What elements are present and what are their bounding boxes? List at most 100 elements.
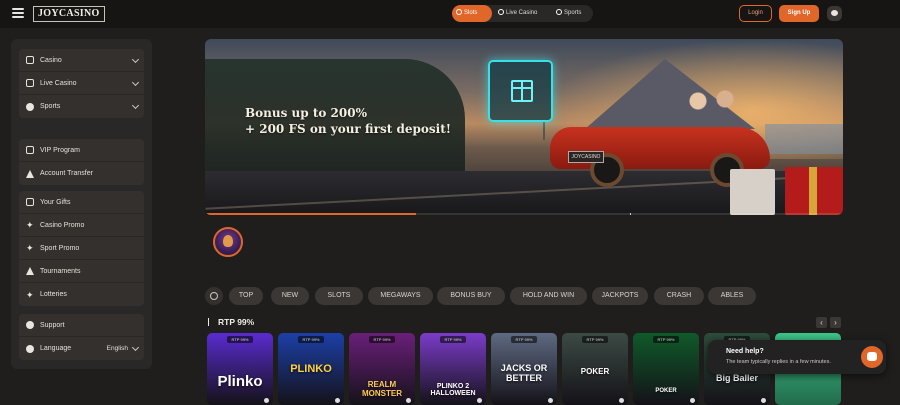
site-logo[interactable]: JOYCASINO	[33, 6, 105, 22]
chip-crash[interactable]: CRASH	[654, 287, 704, 305]
game-title: PLINKO	[290, 363, 332, 375]
rtp-badge: RTP 99%	[653, 336, 679, 343]
search-icon[interactable]	[205, 287, 223, 305]
sidebar-item-support[interactable]: Support	[19, 314, 144, 337]
sidebar-item-label: Casino Promo	[40, 221, 85, 229]
info-dot-icon[interactable]	[761, 398, 766, 403]
chip-slots[interactable]: SLOTS	[315, 287, 363, 305]
game-card[interactable]: RTP 99% JACKS OR BETTER	[491, 333, 557, 405]
live-casino-icon	[26, 79, 34, 87]
sidebar-item-casino-promo[interactable]: ✦ Casino Promo	[19, 214, 144, 237]
casino-promo-icon: ✦	[26, 220, 34, 230]
rtp-badge: RTP 99%	[298, 336, 324, 343]
gift-boxes	[730, 147, 843, 215]
info-dot-icon[interactable]	[548, 398, 553, 403]
arrow-up-icon	[208, 318, 214, 326]
sidebar-group-promos: Your Gifts ✦ Casino Promo ✦ Sport Promo To…	[19, 191, 144, 306]
chat-widget-icon[interactable]	[861, 346, 883, 368]
rtp-badge: RTP 99%	[440, 336, 466, 343]
chip-hold-and-win[interactable]: HOLD AND WIN	[510, 287, 587, 305]
sidebar-item-casino[interactable]: Casino	[19, 49, 144, 72]
top-nav-tabs: Slots Live Casino Sports	[452, 5, 593, 22]
banner-line-2: + 200 FS on your first deposit!	[245, 122, 451, 136]
chip-bonus-buy[interactable]: BONUS BUY	[437, 287, 505, 305]
sidebar-item-label: Your Gifts	[40, 198, 71, 206]
banner-progress-fill	[205, 213, 416, 215]
sidebar-item-sport-promo[interactable]: ✦ Sport Promo	[19, 237, 144, 260]
game-card[interactable]: RTP 99% POKER	[562, 333, 628, 405]
neon-gift-icon	[488, 60, 553, 122]
game-title: JACKS OR BETTER	[500, 363, 548, 383]
sidebar-item-transfer[interactable]: Account Transfer	[19, 162, 144, 185]
rtp-badge: RTP 99%	[511, 336, 537, 343]
sidebar-group-main: Casino Live Casino Sports	[19, 49, 144, 118]
game-card[interactable]: RTP 99% POKER	[633, 333, 699, 405]
live-casino-icon	[498, 9, 504, 15]
info-dot-icon[interactable]	[690, 398, 695, 403]
sidebar-item-label: Account Transfer	[40, 170, 93, 177]
language-value: English	[106, 345, 128, 352]
sidebar-item-live-casino[interactable]: Live Casino	[19, 72, 144, 95]
sidebar-item-label: Sports	[40, 103, 61, 110]
section-title-text: RTP 99%	[218, 317, 255, 327]
game-card[interactable]: RTP 99% REALM MONSTER	[349, 333, 415, 405]
sidebar-group-account: VIP Program Account Transfer	[19, 139, 144, 185]
login-button[interactable]: Login	[739, 5, 772, 22]
help-popup[interactable]: Need help? The team typically replies in…	[708, 340, 886, 374]
sidebar-item-tournaments[interactable]: Tournaments	[19, 260, 144, 283]
promo-banner[interactable]: Bonus up to 200% + 200 FS on your first …	[205, 39, 843, 215]
signup-button[interactable]: Sign Up	[779, 5, 819, 22]
chip-top[interactable]: TOP	[229, 287, 263, 305]
sidebar-item-gifts[interactable]: Your Gifts	[19, 191, 144, 214]
chat-icon[interactable]	[827, 6, 842, 21]
tab-live-casino[interactable]: Live Casino	[494, 5, 549, 22]
sidebar-item-sports[interactable]: Sports	[19, 95, 144, 118]
support-icon	[26, 321, 34, 329]
game-title: POKER	[580, 367, 610, 376]
game-card[interactable]: RTP 99% PLINKO 2 HALLOWEEN	[420, 333, 486, 405]
banner-line-1: Bonus up to 200%	[245, 106, 367, 120]
rtp-badge: RTP 99%	[227, 336, 253, 343]
passengers	[680, 85, 740, 125]
sidebar-item-language[interactable]: Language English	[19, 337, 144, 360]
globe-icon	[26, 344, 34, 353]
promo-avatar[interactable]	[213, 227, 243, 257]
chip-jackpots[interactable]: JACKPOTS	[592, 287, 648, 305]
sidebar-item-label: Sport Promo	[40, 244, 80, 252]
sidebar-item-label: Support	[40, 321, 65, 329]
chevron-down-icon	[131, 55, 140, 64]
info-dot-icon[interactable]	[335, 398, 340, 403]
tab-label: Slots	[464, 10, 478, 16]
gift-icon	[26, 198, 34, 206]
top-header: JOYCASINO Slots Live Casino Sports Login…	[0, 0, 900, 28]
game-card[interactable]: RTP 99% Plinko	[207, 333, 273, 405]
sidebar-item-lotteries[interactable]: ✦ Lotteries	[19, 283, 144, 306]
banner-headline: Bonus up to 200% + 200 FS on your first …	[245, 105, 451, 137]
info-dot-icon[interactable]	[406, 398, 411, 403]
info-dot-icon[interactable]	[477, 398, 482, 403]
sidebar-item-vip[interactable]: VIP Program	[19, 139, 144, 162]
chip-ables[interactable]: ABLES	[708, 287, 756, 305]
chip-megaways[interactable]: MEGAWAYS	[368, 287, 433, 305]
game-card[interactable]: RTP 99% PLINKO	[278, 333, 344, 405]
banner-progress	[205, 213, 843, 215]
chip-new[interactable]: NEW	[271, 287, 309, 305]
hamburger-menu-icon[interactable]	[12, 8, 24, 18]
next-arrow-icon[interactable]: ›	[830, 317, 841, 328]
sign-pole	[543, 122, 545, 140]
sidebar-item-label: Language	[40, 345, 72, 352]
tab-sports[interactable]: Sports	[552, 5, 592, 22]
info-dot-icon[interactable]	[264, 398, 269, 403]
sidebar-item-label: Casino	[40, 56, 62, 64]
sidebar-item-label: Tournaments	[40, 267, 81, 275]
prev-arrow-icon[interactable]: ‹	[816, 317, 827, 328]
help-subtitle: The team typically replies in a few minu…	[726, 359, 831, 365]
game-title: Big Baller	[715, 373, 758, 383]
tab-slots[interactable]: Slots	[452, 5, 492, 22]
vip-icon	[26, 146, 34, 154]
tab-label: Live Casino	[506, 10, 538, 16]
sidebar-item-label: Live Casino	[40, 79, 77, 87]
sidebar-item-label: VIP Program	[40, 146, 80, 154]
section-title: RTP 99%	[208, 317, 254, 327]
info-dot-icon[interactable]	[619, 398, 624, 403]
